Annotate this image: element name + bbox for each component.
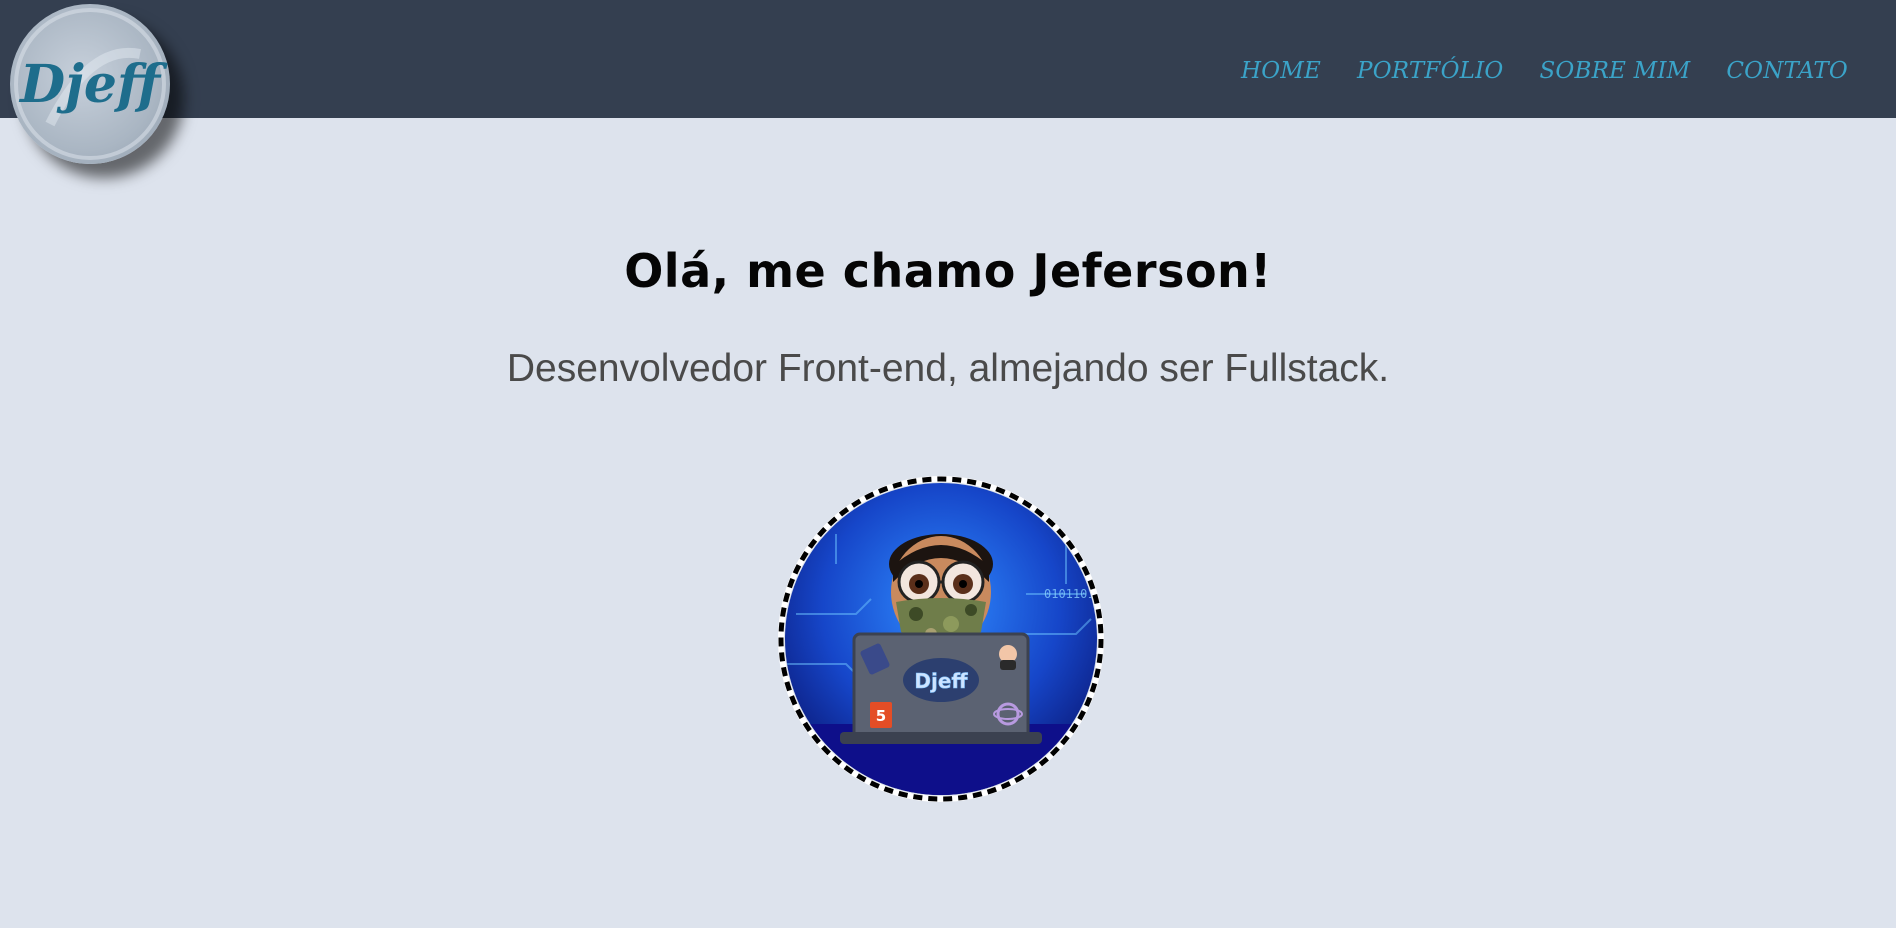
nav-link-portfolio[interactable]: PORTFÓLIO [1357, 58, 1503, 84]
site-logo[interactable]: Djeff [10, 4, 170, 164]
svg-text:5: 5 [876, 707, 886, 725]
nav-link-home[interactable]: HOME [1241, 58, 1321, 84]
laptop-sticker-label: Djeff [914, 669, 968, 693]
profile-avatar: 01011010 Djeff 5 [776, 474, 1106, 804]
logo-text: Djeff [18, 54, 168, 115]
main-nav: HOME PORTFÓLIO SOBRE MIM CONTATO [1241, 58, 1848, 84]
hero-title: Olá, me chamo Jeferson! [624, 244, 1272, 298]
logo-mark-icon: Djeff [14, 8, 168, 160]
top-navbar: HOME PORTFÓLIO SOBRE MIM CONTATO [0, 0, 1896, 118]
hero-subtitle: Desenvolvedor Front-end, almejando ser F… [506, 347, 1390, 390]
nav-link-contato[interactable]: CONTATO [1726, 58, 1848, 84]
nav-link-sobre-mim[interactable]: SOBRE MIM [1539, 58, 1690, 84]
